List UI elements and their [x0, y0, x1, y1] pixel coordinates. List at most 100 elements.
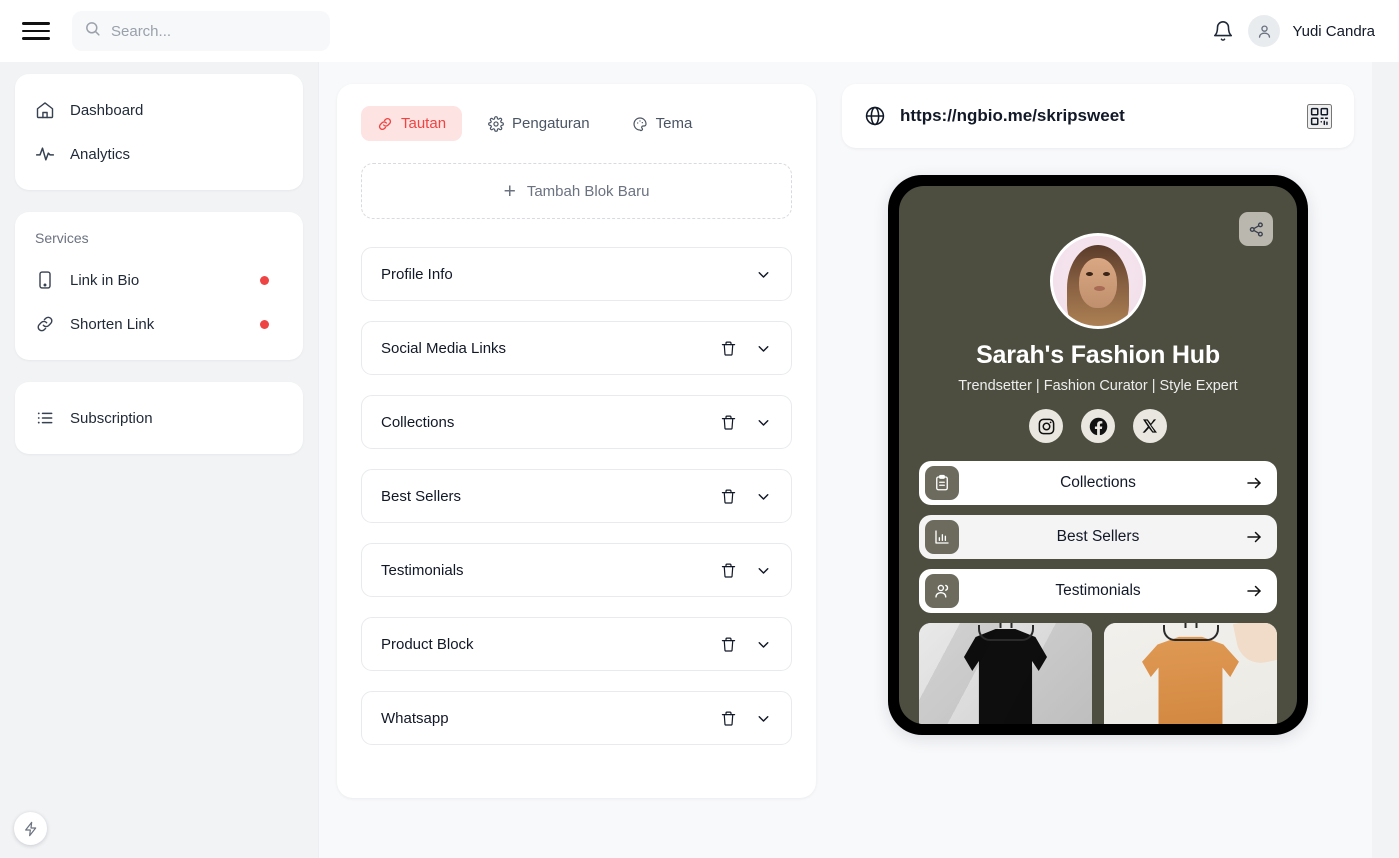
product-card[interactable]: Product 2 — [1104, 623, 1277, 724]
tab-label: Tautan — [401, 115, 446, 132]
orange-tshirt-photo — [1104, 623, 1277, 724]
user-menu[interactable]: Yudi Candra — [1248, 15, 1375, 47]
block-title: Product Block — [381, 636, 474, 653]
sidebar-item-label: Dashboard — [70, 102, 143, 119]
sidebar-item-label: Analytics — [70, 146, 130, 163]
home-icon — [35, 100, 61, 120]
search-icon — [84, 20, 101, 42]
block-title: Collections — [381, 414, 454, 431]
top-bar-actions: Yudi Candra — [1212, 15, 1375, 47]
sidebar-group-subscription: Subscription — [15, 382, 303, 454]
chevron-down-icon[interactable] — [755, 710, 772, 727]
arrow-right-icon — [1245, 528, 1263, 546]
block-row-product-block[interactable]: Product Block — [361, 617, 792, 671]
block-title: Social Media Links — [381, 340, 506, 357]
link-button-best-sellers[interactable]: Best Sellers — [919, 515, 1277, 559]
search-box[interactable] — [72, 11, 330, 51]
block-title: Testimonials — [381, 562, 464, 579]
arrow-right-icon — [1245, 582, 1263, 600]
link-button-label: Testimonials — [919, 582, 1277, 600]
bar-chart-icon — [925, 520, 959, 554]
chevron-down-icon[interactable] — [755, 636, 772, 653]
sidebar-item-analytics[interactable]: Analytics — [15, 132, 303, 176]
block-row-whatsapp[interactable]: Whatsapp — [361, 691, 792, 745]
mobile-icon — [35, 270, 61, 290]
block-row-best-sellers[interactable]: Best Sellers — [361, 469, 792, 523]
users-icon — [925, 574, 959, 608]
trash-icon[interactable] — [720, 414, 737, 431]
trash-icon[interactable] — [720, 340, 737, 357]
block-editor-panel: Tautan Pengaturan — [337, 84, 816, 798]
trash-icon[interactable] — [720, 488, 737, 505]
chevron-down-icon[interactable] — [755, 340, 772, 357]
link-buttons-list: Collections — [919, 461, 1277, 613]
editor-tabs: Tautan Pengaturan — [361, 106, 792, 141]
globe-icon — [864, 105, 886, 127]
link-icon — [377, 116, 393, 132]
preview-panel: https://ngbio.me/skripsweet — [842, 84, 1354, 798]
tab-tautan[interactable]: Tautan — [361, 106, 462, 141]
link-button-testimonials[interactable]: Testimonials — [919, 569, 1277, 613]
block-title: Whatsapp — [381, 710, 449, 727]
block-row-social-media-links[interactable]: Social Media Links — [361, 321, 792, 375]
sidebar-item-label: Subscription — [70, 410, 153, 427]
tab-label: Pengaturan — [512, 115, 590, 132]
top-bar: Yudi Candra — [0, 0, 1399, 62]
avatar — [1248, 15, 1280, 47]
add-block-button[interactable]: + Tambah Blok Baru — [361, 163, 792, 219]
sidebar-item-label: Shorten Link — [70, 316, 154, 333]
tab-tema[interactable]: Tema — [616, 106, 709, 141]
lightning-bolt-icon[interactable] — [14, 812, 47, 845]
bell-icon[interactable] — [1212, 20, 1234, 42]
trash-icon[interactable] — [720, 636, 737, 653]
social-links — [919, 409, 1277, 443]
facebook-icon[interactable] — [1081, 409, 1115, 443]
clipboard-icon — [925, 466, 959, 500]
status-badge — [260, 276, 269, 285]
share-icon[interactable] — [1239, 212, 1273, 246]
public-url-bar: https://ngbio.me/skripsweet — [842, 84, 1354, 148]
user-name: Yudi Candra — [1292, 23, 1375, 40]
link-button-collections[interactable]: Collections — [919, 461, 1277, 505]
qr-code-icon[interactable] — [1307, 104, 1332, 129]
trash-icon[interactable] — [720, 710, 737, 727]
x-icon[interactable] — [1133, 409, 1167, 443]
sidebar-item-shorten-link[interactable]: Shorten Link — [15, 302, 303, 346]
sidebar-item-subscription[interactable]: Subscription — [15, 396, 303, 440]
sidebar-item-label: Link in Bio — [70, 272, 139, 289]
public-url-text: https://ngbio.me/skripsweet — [900, 106, 1125, 126]
link-icon — [35, 314, 61, 334]
chevron-down-icon[interactable] — [755, 266, 772, 283]
chevron-down-icon[interactable] — [755, 414, 772, 431]
trash-icon[interactable] — [720, 562, 737, 579]
chevron-down-icon[interactable] — [755, 488, 772, 505]
tab-label: Tema — [656, 115, 693, 132]
profile-bio: Trendsetter | Fashion Curator | Style Ex… — [919, 378, 1277, 394]
sidebar-item-link-in-bio[interactable]: Link in Bio — [15, 258, 303, 302]
block-row-collections[interactable]: Collections — [361, 395, 792, 449]
main-content: Tautan Pengaturan — [318, 62, 1372, 858]
product-grid: Product 1 Product 2 — [919, 623, 1277, 724]
phone-screen: Sarah's Fashion Hub Trendsetter | Fashio… — [899, 186, 1297, 724]
tab-pengaturan[interactable]: Pengaturan — [472, 106, 606, 141]
palette-icon — [632, 116, 648, 132]
profile-photo — [1050, 233, 1146, 329]
sidebar-item-dashboard[interactable]: Dashboard — [15, 88, 303, 132]
sidebar-group-title: Services — [15, 230, 303, 246]
plus-icon: + — [504, 181, 516, 202]
sidebar-group-services: Services Link in Bio Shorten Link — [15, 212, 303, 360]
search-input[interactable] — [111, 23, 318, 40]
block-title: Profile Info — [381, 266, 453, 283]
arrow-right-icon — [1245, 474, 1263, 492]
chevron-down-icon[interactable] — [755, 562, 772, 579]
block-list: Profile Info Social Media Links — [361, 247, 792, 745]
status-badge — [260, 320, 269, 329]
product-card[interactable]: Product 1 — [919, 623, 1092, 724]
black-tshirt-photo — [919, 623, 1092, 724]
hamburger-menu-icon[interactable] — [22, 19, 50, 43]
instagram-icon[interactable] — [1029, 409, 1063, 443]
block-row-testimonials[interactable]: Testimonials — [361, 543, 792, 597]
sidebar: Dashboard Analytics Services Link in Bio — [0, 62, 318, 858]
block-row-profile-info[interactable]: Profile Info — [361, 247, 792, 301]
sidebar-group-main: Dashboard Analytics — [15, 74, 303, 190]
